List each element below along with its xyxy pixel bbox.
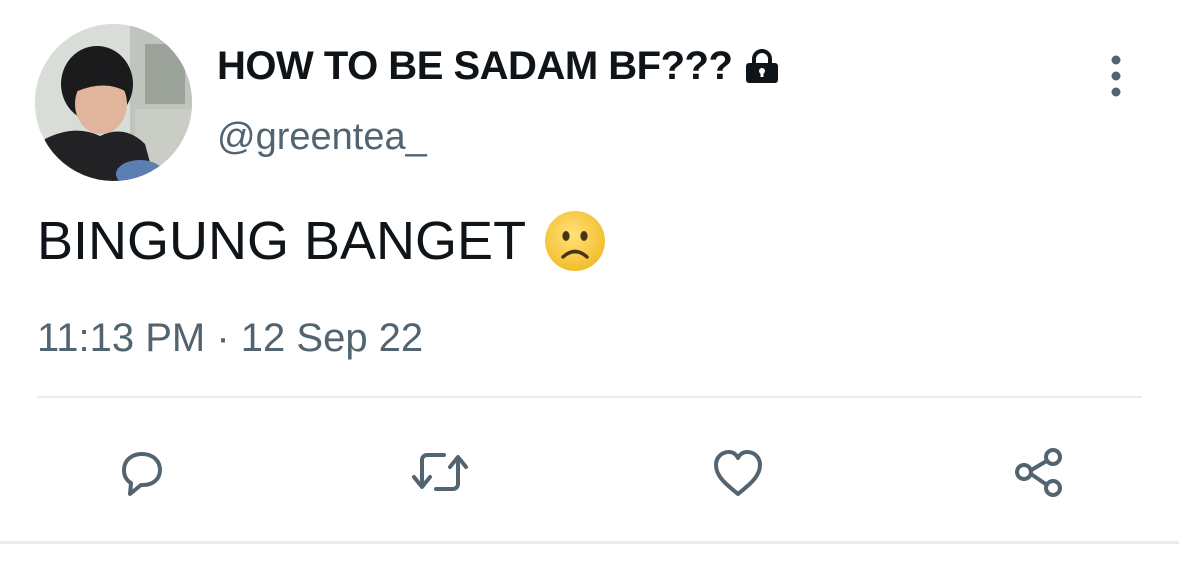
display-name[interactable]: HOW TO BE SADAM BF??? [217, 44, 782, 89]
avatar[interactable] [35, 24, 192, 181]
timestamp[interactable]: 11:13 PM · 12 Sep 22 [37, 316, 423, 361]
tweet-text: BINGUNG BANGET [37, 210, 606, 272]
divider [37, 396, 1142, 398]
handle[interactable]: @greentea_ [217, 116, 427, 159]
retweet-button[interactable] [408, 440, 472, 504]
share-icon [1015, 448, 1062, 497]
more-options-button[interactable] [1096, 52, 1136, 100]
divider [0, 541, 1179, 544]
lock-icon [742, 47, 782, 87]
tweet-text-content: BINGUNG BANGET [37, 211, 527, 271]
reply-button[interactable] [108, 440, 172, 504]
like-button[interactable] [706, 440, 770, 504]
heart-icon [714, 450, 762, 496]
reply-icon [122, 452, 162, 496]
display-name-text: HOW TO BE SADAM BF??? [217, 44, 733, 88]
action-bar [0, 430, 1179, 510]
share-button[interactable] [1006, 440, 1070, 504]
avatar-photo [35, 24, 192, 181]
frowning-face-emoji [544, 210, 606, 272]
tweet-card: HOW TO BE SADAM BF??? @greentea_ BINGUNG… [0, 0, 1179, 561]
retweet-icon [412, 453, 468, 491]
more-vertical-icon [1111, 55, 1121, 97]
